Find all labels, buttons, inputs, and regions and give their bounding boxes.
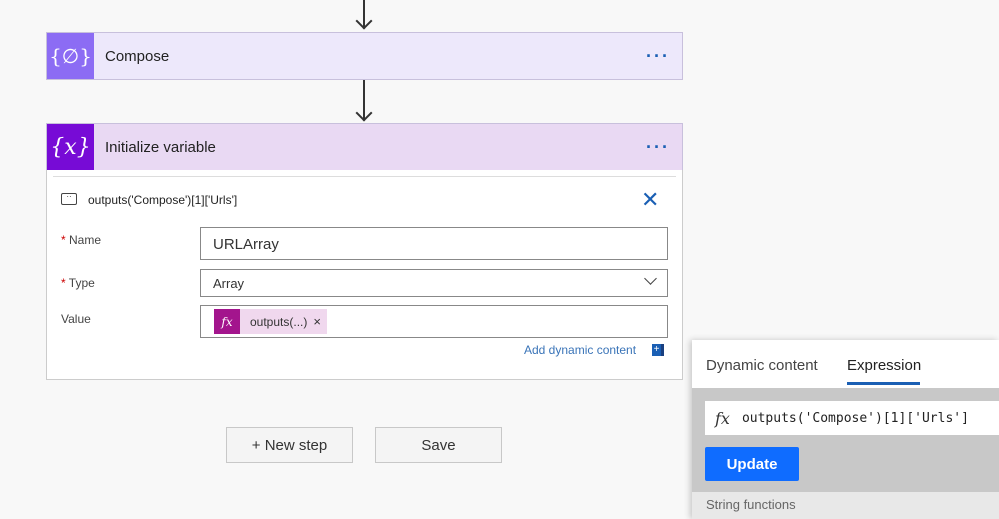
type-label: * Type (61, 276, 95, 290)
arrow-head (355, 104, 373, 122)
more-options-button[interactable]: ··· (646, 137, 670, 158)
remove-token-button[interactable]: × (313, 314, 321, 329)
comment-icon: ·· (61, 193, 77, 205)
value-input[interactable]: fx outputs(...) × (200, 305, 668, 338)
type-value: Array (213, 276, 245, 291)
chevron-down-icon (644, 272, 657, 285)
save-button[interactable]: Save (375, 427, 502, 463)
dynamic-content-panel: Dynamic content Expression fx outputs('C… (692, 340, 999, 519)
initialize-variable-card[interactable]: {x} Initialize variable ··· (46, 123, 683, 171)
comment-text: outputs('Compose')[1]['Urls'] (88, 193, 238, 207)
variable-icon: {x} (47, 124, 94, 170)
arrow-head (355, 12, 373, 30)
fx-icon: fx (214, 309, 240, 334)
value-label: Value (61, 312, 91, 326)
name-input[interactable]: URLArray (200, 227, 668, 260)
tab-expression[interactable]: Expression (847, 357, 921, 385)
section-string-functions[interactable]: String functions (706, 497, 796, 512)
compose-card[interactable]: {∅} Compose ··· (46, 32, 683, 80)
token-label: outputs(...) (250, 314, 308, 329)
card-title: Initialize variable (105, 138, 216, 156)
expression-text: outputs('Compose')[1]['Urls'] (741, 410, 969, 426)
initialize-variable-body: ·· outputs('Compose')[1]['Urls'] ✕ * Nam… (46, 170, 683, 380)
expression-token[interactable]: fx outputs(...) × (214, 309, 327, 334)
more-options-button[interactable]: ··· (646, 46, 670, 67)
expression-input[interactable]: fx outputs('Compose')[1]['Urls'] (705, 401, 999, 435)
new-step-button[interactable]: + New step (226, 427, 353, 463)
name-label: * Name (61, 233, 102, 247)
fx-icon: fx (715, 408, 730, 428)
compose-icon: {∅} (47, 33, 94, 79)
add-dynamic-content-link[interactable]: Add dynamic content (524, 343, 636, 357)
add-dynamic-plus-icon[interactable]: + (652, 344, 664, 356)
update-button[interactable]: Update (705, 447, 799, 481)
type-dropdown[interactable]: Array (200, 269, 668, 297)
close-comment-icon[interactable]: ✕ (641, 187, 659, 213)
card-title: Compose (105, 47, 170, 65)
tab-dynamic-content[interactable]: Dynamic content (706, 357, 818, 374)
